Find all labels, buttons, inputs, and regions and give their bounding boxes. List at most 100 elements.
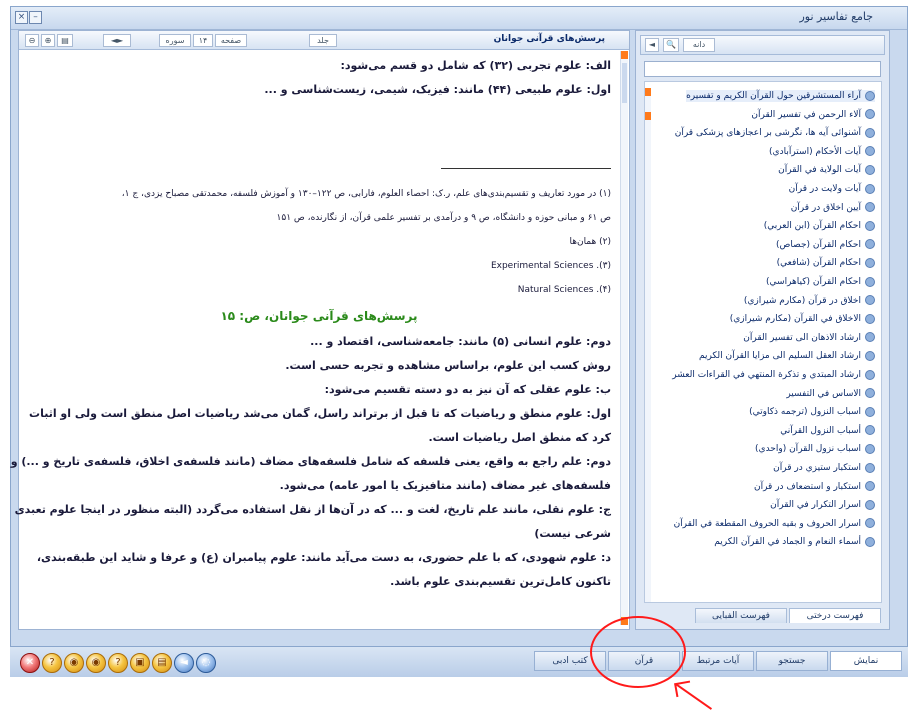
tree-item[interactable]: استكبار ستيزي در قرآن [773,462,875,474]
search-button[interactable]: ◌ [196,653,216,673]
tree-item[interactable]: ارشاد العقل السليم الى مزايا القرآن الكر… [699,350,875,362]
book-icon [865,536,875,547]
reader-vertical-scrollbar[interactable] [620,51,628,625]
tree-item[interactable]: اسباب نزول القرآن (واحدي) [755,443,875,455]
tree-item-label: استكبار ستيزي در قرآن [773,463,861,473]
tree-item[interactable]: الاساس في التفسير [786,388,875,400]
tree-item[interactable]: آراء المستشرقين حول القرآن الكريم و تفسي… [686,90,875,102]
tree-item[interactable]: آشنوائی آیه ها، نگرشی بر اعجازهای پزشکی … [675,127,875,139]
book-icon [865,183,875,194]
book-icon [865,202,875,213]
tree-item[interactable]: احكام القرآن (جصاص) [776,239,875,251]
tree-item[interactable]: اسرار التكرار في القرآن [770,499,875,511]
footnote-line: Experimental Sciences .(۳) [490,261,611,271]
text-line: ج: علوم نقلی، مانند علم تاریخ، لغت و ...… [14,503,611,516]
tab-display[interactable]: نمایش [830,651,902,671]
tree-item-label: ارشاد المبتدي و تذكرة المنتهي في القراءا… [672,370,861,380]
text-line: تاکنون کامل‌ترین تقسیم‌بندی علوم باشد. [390,575,611,588]
footnote-divider [441,168,611,169]
book-list-toolbar: ◄ 🔍 دانه [640,35,885,55]
back-icon[interactable]: ◄ [645,38,659,52]
reader-scroll-thumb[interactable] [622,63,627,103]
book-icon [865,425,875,436]
tree-item-label: اسرار الحروف و بقيه الحروف المقطعة في ال… [673,518,861,529]
page-navigation[interactable]: ◄► [103,34,131,47]
tree-item[interactable]: آيات الأحكام (استرآبادي) [769,146,875,158]
text-line: اول: علوم منطق و ریاضیات که تا قبل از بر… [29,407,611,420]
book-icon [865,481,875,492]
print-icon[interactable]: ▤ [57,34,73,47]
tree-item[interactable]: احكام القرآن (كياهراسي) [766,276,875,288]
title-bar: × – جامع تفاسیر نور [11,7,907,30]
help-button[interactable]: ? [42,653,62,673]
tree-item[interactable]: اسرار الحروف و بقيه الحروف المقطعة في ال… [674,518,875,530]
tree-item[interactable]: آيات الولاية في القرآن [778,164,875,176]
book-icon [865,127,875,138]
book-icon [865,499,875,510]
tab-alphabetical-index[interactable]: فهرست الفبایی [695,608,787,623]
tree-item-label: أسماء النعام و الجماد في القرآن الكريم [714,537,861,548]
search-icon[interactable]: 🔍 [663,38,679,52]
zoom-out-icon[interactable]: ⊖ [25,34,39,47]
notes-button[interactable]: ◉ [86,653,106,673]
book-list-panel: ◄ 🔍 دانه آراء المستشرقين حول القرآن الكر… [635,30,890,630]
tab-related-verses[interactable]: آیات مرتبط [682,651,754,671]
text-line: ب: علوم عقلی که آن نیز به دو دسته تقسیم … [324,383,611,396]
book-icon [865,332,875,343]
text-line: الف: علوم تجربی (۳۲) که شامل دو قسم می‌ش… [340,59,611,72]
page-number-field[interactable]: ۱۴ [193,34,213,47]
tree-item[interactable]: ارشاد المبتدي و تذكرة المنتهي في القراءا… [672,369,875,381]
book-icon [865,146,875,157]
tree-item[interactable]: آلاء الرحمن في تفسير القرآن [751,109,875,121]
tree-item-label: احكام القرآن (جصاص) [776,239,861,250]
tree-item-label: اسرار التكرار في القرآن [770,500,861,511]
tab-search[interactable]: جستجو [756,651,828,671]
tree-item-label: ارشاد الاذهان الى تفسير القرآن [743,332,861,343]
tree-item-label: اخلاق در قرآن (مكارم شيرازي) [743,295,861,306]
scroll-thumb[interactable] [645,112,651,120]
book-tree: آراء المستشرقين حول القرآن الكريم و تفسي… [644,81,882,603]
tree-item[interactable]: احكام القرآن (شافعي) [777,257,875,269]
tree-item-label: استكبار و استضعاف در قرآن [753,481,861,492]
footnote-line: Natural Sciences .(۴) [517,285,611,295]
book-search-input[interactable] [644,61,881,77]
scroll-up-arrow-icon[interactable] [621,51,628,59]
tree-item[interactable]: احكام القرآن (ابن العربي) [764,220,875,232]
tree-item[interactable]: أسماء النعام و الجماد في القرآن الكريم [714,536,875,548]
annotation-arrow [674,683,713,710]
tree-item[interactable]: استكبار و استضعاف در قرآن [754,481,875,493]
scroll-up-arrow-icon[interactable] [645,88,651,96]
text-line: دوم: علوم انسانی (۵) مانند: جامعه‌شناسی،… [310,335,611,348]
exit-button[interactable]: ✕ [20,653,40,673]
filter-button[interactable]: دانه [683,38,715,52]
tree-item[interactable]: آيات ولايت در قرآن [789,183,875,195]
tree-item-label: احكام القرآن (ابن العربي) [763,221,861,232]
tree-item-label: اسباب النزول (ترجمه ذكاوتي) [749,407,861,418]
bookmark-button[interactable]: ◉ [64,653,84,673]
tree-item[interactable]: اخلاق در قرآن (مكارم شيرازي) [744,295,875,307]
tree-item[interactable]: آيين اخلاق در قرآن [791,202,875,214]
zoom-in-icon[interactable]: ⊕ [41,34,55,47]
tree-item[interactable]: ارشاد الاذهان الى تفسير القرآن [743,332,875,344]
book-icon [865,443,875,454]
tree-item[interactable]: اسباب النزول (ترجمه ذكاوتي) [749,406,875,418]
info-button[interactable]: ? [108,653,128,673]
tree-item[interactable]: الاخلاق في القرآن (مكارم شيرازي) [730,313,875,325]
tree-item-label: آيات ولايت در قرآن [788,184,861,194]
book-icon [865,369,875,380]
minimize-icon[interactable]: – [29,11,42,24]
list-button[interactable]: ▤ [152,653,172,673]
book-icon [865,518,875,529]
book-icon [865,295,875,306]
tab-tree-index[interactable]: فهرست درختی [789,608,881,623]
close-icon[interactable]: × [15,11,28,24]
tree-vertical-scrollbar[interactable] [645,88,651,602]
highlight-circle [590,616,686,688]
text-line: فلسفه‌های غیر مضاف (مانند متافیزیک یا ام… [279,479,611,492]
tree-item-label: آراء المستشرقين حول القرآن الكريم و تفسي… [686,91,861,101]
back-button[interactable]: ◄ [174,653,194,673]
tree-item[interactable]: أسباب النزول القرآني [780,425,875,437]
book-icon [865,257,875,268]
copy-button[interactable]: ▣ [130,653,150,673]
volume-select[interactable]: جلد [309,34,337,47]
